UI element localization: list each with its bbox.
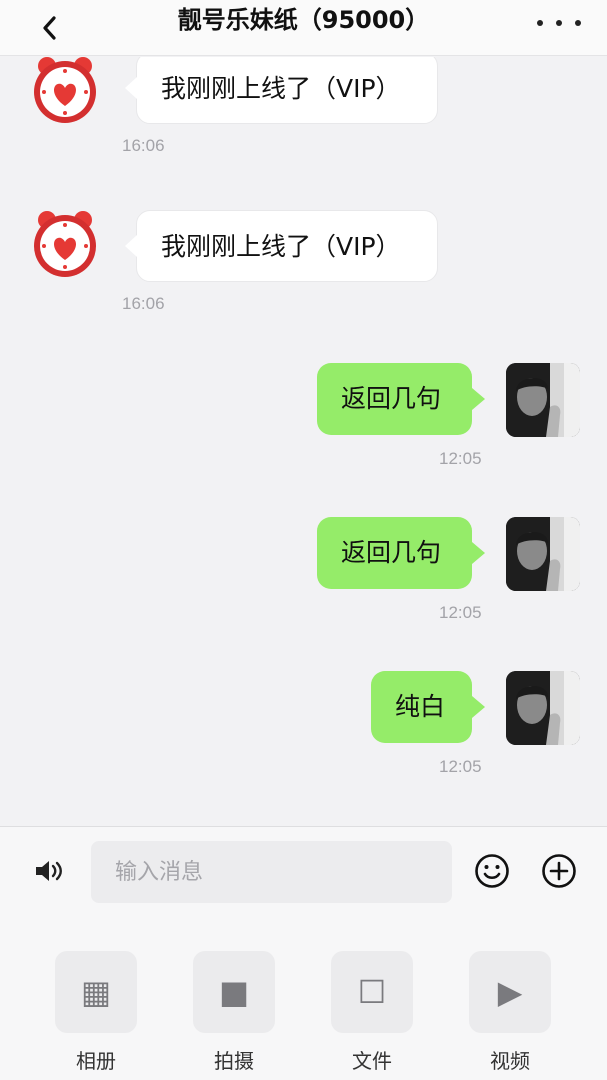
message-time: 16:06	[122, 136, 165, 155]
message-bubble[interactable]: 返回几句	[317, 363, 485, 435]
voice-button[interactable]	[33, 856, 65, 886]
message-list[interactable]: 我刚刚上线了（VIP） 16:06 我刚刚上线了（VIP） 16:06 返回几句	[0, 57, 607, 825]
contact-avatar[interactable]	[27, 57, 103, 128]
square-filled-icon: ■	[193, 951, 275, 1033]
album-label: 相册	[76, 1049, 116, 1073]
message-input[interactable]	[91, 841, 452, 903]
composer-bar: ▦ 相册 ■ 拍摄 ☐ 文件 ▶ 视频	[0, 826, 607, 1080]
user-avatar[interactable]	[506, 363, 580, 437]
alarm-clock-heart-icon	[34, 57, 96, 123]
user-photo-icon	[506, 363, 580, 437]
camera-button[interactable]: ■ 拍摄	[193, 951, 275, 1074]
square-outline-icon: ☐	[331, 951, 413, 1033]
message-bubble[interactable]: 我刚刚上线了（VIP）	[125, 57, 438, 124]
user-photo-icon	[506, 517, 580, 591]
speaker-icon	[36, 861, 62, 881]
alarm-clock-heart-icon	[34, 211, 96, 277]
message-time: 16:06	[122, 294, 165, 313]
chat-header: 靓号乐妹纸（95000）	[0, 0, 607, 56]
smiley-icon	[475, 854, 509, 888]
message-outgoing: 纯白 12:05	[0, 671, 607, 825]
message-bubble[interactable]: 返回几句	[317, 517, 485, 589]
contact-avatar[interactable]	[27, 206, 103, 282]
chat-title: 靓号乐妹纸（95000）	[177, 6, 430, 34]
message-bubble[interactable]: 我刚刚上线了（VIP）	[125, 210, 438, 282]
message-outgoing: 返回几句 12:05	[0, 517, 607, 671]
camera-label: 拍摄	[214, 1049, 254, 1073]
more-dots-icon	[537, 20, 543, 26]
album-button[interactable]: ▦ 相册	[55, 951, 137, 1074]
grid-icon: ▦	[55, 951, 137, 1033]
file-button[interactable]: ☐ 文件	[331, 951, 413, 1074]
video-label: 视频	[490, 1049, 530, 1073]
file-label: 文件	[352, 1049, 392, 1073]
message-time: 12:05	[439, 603, 482, 622]
message-time: 12:05	[439, 449, 482, 468]
message-outgoing: 返回几句 12:05	[0, 363, 607, 517]
play-icon: ▶	[469, 951, 551, 1033]
user-avatar[interactable]	[506, 517, 580, 591]
message-incoming: 我刚刚上线了（VIP） 16:06	[0, 206, 607, 360]
user-avatar[interactable]	[506, 671, 580, 745]
emoji-button[interactable]	[474, 853, 510, 889]
more-actions-button[interactable]	[541, 853, 577, 889]
message-bubble[interactable]: 纯白	[371, 671, 485, 743]
plus-circle-icon	[542, 854, 576, 888]
video-button[interactable]: ▶ 视频	[469, 951, 551, 1074]
message-incoming: 我刚刚上线了（VIP） 16:06	[0, 57, 607, 206]
more-button[interactable]	[537, 8, 581, 38]
message-time: 12:05	[439, 757, 482, 776]
user-photo-icon	[506, 671, 580, 745]
